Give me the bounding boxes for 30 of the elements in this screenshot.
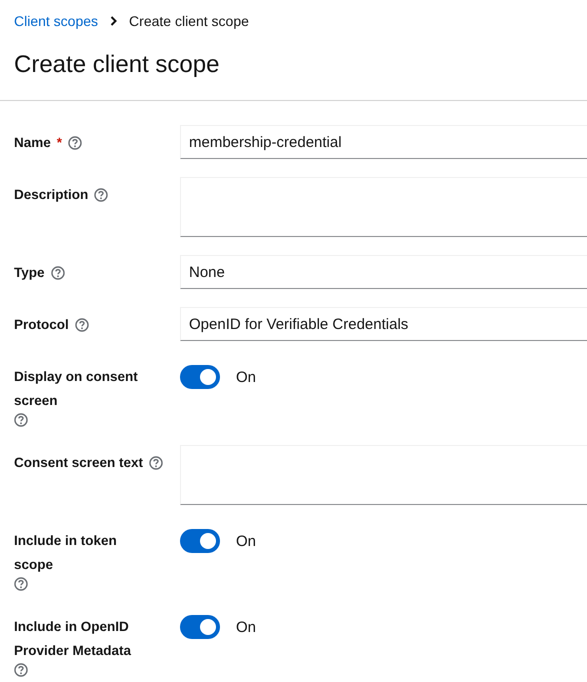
toggle-switch[interactable] xyxy=(180,529,220,553)
help-icon[interactable] xyxy=(50,266,65,280)
help-icon[interactable] xyxy=(68,136,82,150)
field-label: Protocol xyxy=(14,316,69,334)
help-icon[interactable] xyxy=(14,577,28,591)
switch-state-label: On xyxy=(236,532,256,550)
select-field[interactable]: OpenID for Verifiable Credentials xyxy=(180,307,587,341)
help-icon[interactable] xyxy=(149,456,164,470)
help-icon[interactable] xyxy=(94,188,108,202)
breadcrumb-link[interactable]: Client scopes xyxy=(14,13,98,29)
toggle-switch[interactable] xyxy=(180,365,220,389)
field-label: Include in token scope xyxy=(14,532,118,574)
switch-state-label: On xyxy=(236,618,256,636)
help-icon[interactable] xyxy=(14,413,28,427)
help-icon[interactable] xyxy=(74,318,89,332)
chevron-right-icon xyxy=(110,16,118,26)
field-label: Include in OpenID Provider Metadata xyxy=(14,618,132,660)
field-label: Description xyxy=(14,186,88,204)
field-label: Name xyxy=(14,134,51,152)
required-mark: * xyxy=(56,134,62,152)
help-icon[interactable] xyxy=(14,663,28,677)
select-field[interactable]: None xyxy=(180,255,587,289)
name-field[interactable]: membership-credential xyxy=(180,125,587,159)
switch-state-label: On xyxy=(236,368,256,386)
field-label: Consent screen text xyxy=(14,454,144,472)
breadcrumb-current: Create client scope xyxy=(129,13,249,29)
field-label: Type xyxy=(14,264,45,282)
field-label: Display on consent screen xyxy=(14,368,139,410)
toggle-switch[interactable] xyxy=(180,615,220,639)
page-title: Create client scope xyxy=(14,50,220,80)
